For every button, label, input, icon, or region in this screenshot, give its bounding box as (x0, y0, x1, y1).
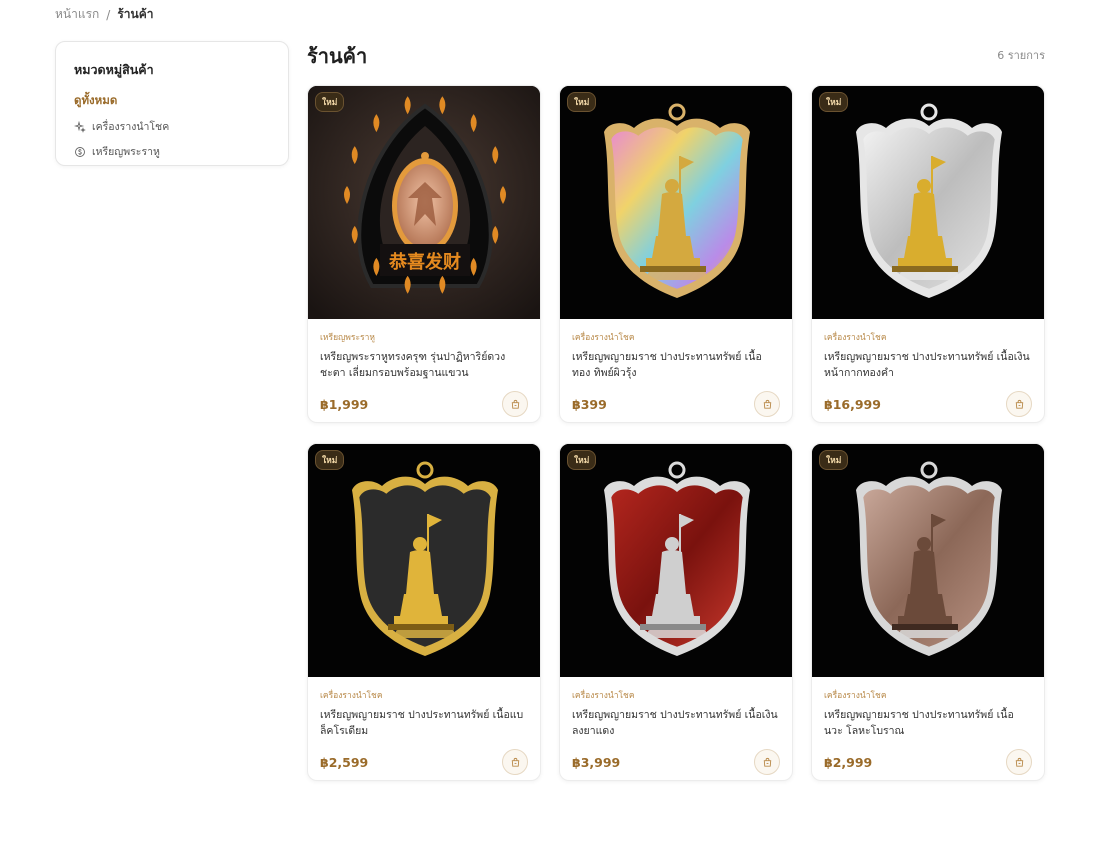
product-price: ฿399 (572, 396, 607, 412)
product-card[interactable]: ใหม่ เครื่องรางนำโชค เหรียญพญายมราช ปางป… (559, 85, 793, 423)
product-price: ฿2,599 (320, 754, 369, 770)
product-category: เครื่องรางนำโชค (320, 691, 383, 701)
product-category: เครื่องรางนำโชค (824, 691, 887, 701)
sidebar-item-label: เครื่องรางนำโชค (92, 121, 170, 133)
product-image[interactable]: ใหม่ (812, 86, 1044, 319)
shopping-bag-icon (1015, 399, 1023, 409)
product-name[interactable]: เหรียญพญายมราช ปางประทานทรัพย์ เนื้อทอง … (572, 349, 780, 381)
coin-icon (75, 146, 85, 157)
page-title: ร้านค้า (307, 44, 368, 68)
shopping-bag-icon (1015, 757, 1023, 767)
sidebar-item-label: ดูทั้งหมด (74, 93, 118, 107)
add-to-cart-button[interactable] (754, 749, 780, 775)
product-image[interactable]: ใหม่ (308, 444, 540, 677)
product-category: เครื่องรางนำโชค (572, 691, 635, 701)
product-price: ฿2,999 (824, 754, 873, 770)
sidebar-item-amulets[interactable]: เครื่องรางนำโชค (74, 118, 270, 135)
product-card[interactable]: ใหม่ เครื่องรางนำโชค เหรียญพญายมราช ปางป… (811, 85, 1045, 423)
new-badge: ใหม่ (315, 450, 345, 470)
new-badge: ใหม่ (819, 92, 849, 112)
product-price: ฿16,999 (824, 396, 881, 412)
sidebar-item-label: เหรียญพระราหู (92, 146, 160, 158)
product-grid: 恭喜发财 ใหม่ เหรียญพระราหู เหรียญพระราหูทรง… (307, 85, 1045, 781)
new-badge: ใหม่ (819, 450, 849, 470)
shopping-bag-icon (763, 757, 771, 767)
sidebar-item-all[interactable]: ดูทั้งหมด (74, 92, 270, 110)
product-category: เครื่องรางนำโชค (572, 333, 635, 343)
add-to-cart-button[interactable] (754, 391, 780, 417)
sidebar-title: หมวดหมู่สินค้า (74, 62, 154, 77)
product-image[interactable]: 恭喜发财 ใหม่ (308, 86, 540, 319)
breadcrumb-current: ร้านค้า (117, 7, 154, 21)
breadcrumb-separator: / (106, 7, 111, 22)
add-to-cart-button[interactable] (1006, 749, 1032, 775)
svg-text:恭喜发财: 恭喜发财 (388, 251, 461, 273)
breadcrumb-home-link[interactable]: หน้าแรก (55, 5, 99, 24)
product-name[interactable]: เหรียญพญายมราช ปางประทานทรัพย์ เนื้อแบล็… (320, 707, 528, 739)
add-to-cart-button[interactable] (1006, 391, 1032, 417)
product-category: เครื่องรางนำโชค (824, 333, 887, 343)
product-name[interactable]: เหรียญพญายมราช ปางประทานทรัพย์ เนื้อเงิน… (824, 349, 1032, 381)
new-badge: ใหม่ (567, 92, 597, 112)
product-category: เหรียญพระราหู (320, 333, 375, 343)
add-to-cart-button[interactable] (502, 749, 528, 775)
category-sidebar: หมวดหมู่สินค้า ดูทั้งหมด เครื่องรางนำโชค… (55, 41, 289, 166)
new-badge: ใหม่ (315, 92, 345, 112)
product-card[interactable]: 恭喜发财 ใหม่ เหรียญพระราหู เหรียญพระราหูทรง… (307, 85, 541, 423)
product-image[interactable]: ใหม่ (560, 86, 792, 319)
shopping-bag-icon (763, 399, 771, 409)
breadcrumb: หน้าแรก / ร้านค้า (55, 5, 154, 24)
product-card[interactable]: ใหม่ เครื่องรางนำโชค เหรียญพญายมราช ปางป… (307, 443, 541, 781)
shopping-bag-icon (511, 757, 519, 767)
product-price: ฿1,999 (320, 396, 369, 412)
add-to-cart-button[interactable] (502, 391, 528, 417)
item-count: 6 รายการ (997, 49, 1045, 62)
product-name[interactable]: เหรียญพญายมราช ปางประทานทรัพย์ เนื้อเงิน… (572, 707, 780, 739)
product-card[interactable]: ใหม่ เครื่องรางนำโชค เหรียญพญายมราช ปางป… (811, 443, 1045, 781)
new-badge: ใหม่ (567, 450, 597, 470)
product-image[interactable]: ใหม่ (812, 444, 1044, 677)
product-name[interactable]: เหรียญพระราหูทรงครุฑ รุ่นปาฏิหาริย์ดวงชะ… (320, 349, 528, 381)
shopping-bag-icon (511, 399, 519, 409)
product-image[interactable]: ใหม่ (560, 444, 792, 677)
sparkles-icon (74, 120, 86, 133)
product-name[interactable]: เหรียญพญายมราช ปางประทานทรัพย์ เนื้อนวะ … (824, 707, 1032, 739)
product-card[interactable]: ใหม่ เครื่องรางนำโชค เหรียญพญายมราช ปางป… (559, 443, 793, 781)
product-price: ฿3,999 (572, 754, 621, 770)
sidebar-item-rahu-coins[interactable]: เหรียญพระราหู (74, 143, 270, 160)
